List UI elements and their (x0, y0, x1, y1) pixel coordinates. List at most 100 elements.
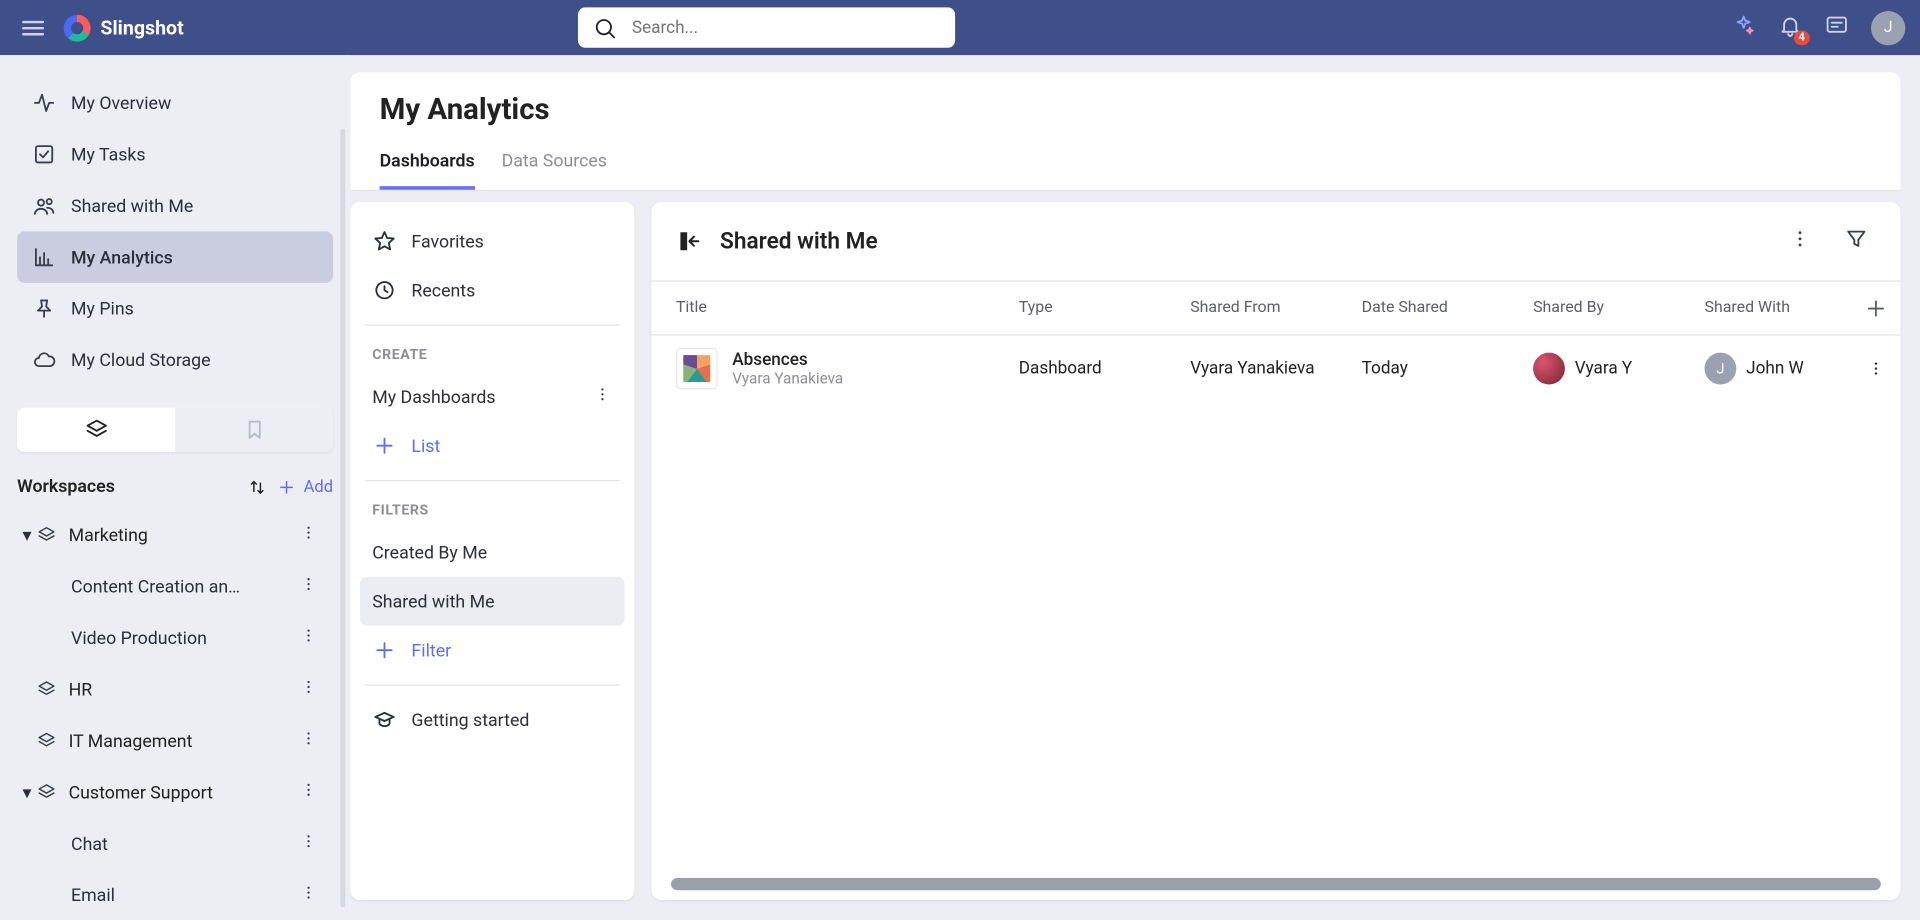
favorites-item[interactable]: Favorites (360, 217, 624, 266)
sort-icon[interactable] (247, 477, 267, 497)
caret-down-icon[interactable]: ▾ (17, 782, 37, 803)
workspace-tree: ▾ Marketing Content Creation an… Video P… (17, 509, 333, 920)
col-shared-from[interactable]: Shared From (1190, 299, 1361, 317)
add-column-button[interactable] (1851, 296, 1900, 320)
nav-label: My Pins (71, 298, 134, 319)
layers-icon (84, 418, 108, 442)
more-icon[interactable] (291, 824, 325, 863)
col-shared-with[interactable]: Shared With (1705, 299, 1852, 317)
search-input[interactable] (629, 17, 940, 39)
user-avatar[interactable]: J (1871, 10, 1905, 44)
item-label: Favorites (411, 231, 483, 252)
nav-my-overview[interactable]: My Overview (17, 77, 333, 128)
tab-dashboards[interactable]: Dashboards (380, 143, 475, 190)
my-dashboards-item[interactable]: My Dashboards (360, 372, 624, 421)
more-icon[interactable] (291, 567, 325, 606)
nav-label: My Analytics (71, 247, 173, 268)
add-filter-button[interactable]: Filter (360, 626, 624, 675)
workspace-hr[interactable]: HR (17, 664, 333, 715)
graduation-icon (372, 708, 396, 732)
app-name: Slingshot (100, 16, 183, 39)
getting-started-item[interactable]: Getting started (360, 696, 624, 745)
more-icon[interactable] (1780, 219, 1819, 263)
filter-icon[interactable] (1837, 219, 1876, 263)
col-type[interactable]: Type (1019, 299, 1190, 317)
segment-bookmarks[interactable] (175, 408, 333, 452)
search-icon (593, 15, 617, 39)
logo[interactable]: Slingshot (64, 14, 184, 41)
add-list-button[interactable]: List (360, 421, 624, 470)
bookmark-icon (242, 418, 266, 442)
avatar: J (1705, 353, 1737, 385)
layers-icon (37, 731, 57, 751)
created-by-me-item[interactable]: Created By Me (360, 528, 624, 577)
chart-icon (32, 245, 56, 269)
workspace-label: Customer Support (69, 782, 292, 803)
recents-item[interactable]: Recents (360, 266, 624, 315)
more-icon[interactable] (291, 773, 325, 812)
workspace-marketing[interactable]: ▾ Marketing (17, 509, 333, 560)
item-label: List (411, 435, 440, 456)
nav-label: My Tasks (71, 144, 146, 165)
nav-my-tasks[interactable]: My Tasks (17, 129, 333, 180)
search-box[interactable] (578, 7, 955, 47)
notifications-icon[interactable]: 4 (1778, 13, 1802, 42)
more-icon[interactable] (291, 516, 325, 555)
add-workspace-button[interactable]: Add (277, 477, 333, 497)
segment-workspaces[interactable] (17, 408, 175, 452)
workspace-email[interactable]: Email (17, 869, 333, 920)
workspace-label: Chat (71, 833, 291, 854)
nav-label: My Cloud Storage (71, 350, 211, 371)
dashboards-side-panel: Favorites Recents CREATE My Dashboards L… (350, 202, 634, 900)
row-type: Dashboard (1019, 359, 1190, 379)
col-shared-by[interactable]: Shared By (1533, 299, 1704, 317)
row-subtitle: Vyara Yanakieva (732, 369, 843, 387)
sidebar-scrollbar[interactable] (340, 129, 345, 908)
horizontal-scrollbar[interactable] (671, 878, 1881, 890)
nav-shared-with-me[interactable]: Shared with Me (17, 180, 333, 231)
col-date-shared[interactable]: Date Shared (1362, 299, 1533, 317)
more-icon[interactable] (291, 670, 325, 709)
clock-icon (372, 278, 396, 302)
workspace-customer-support[interactable]: ▾ Customer Support (17, 767, 333, 818)
workspace-chat[interactable]: Chat (17, 818, 333, 869)
more-icon[interactable] (291, 618, 325, 657)
topbar: Slingshot 4 J (0, 0, 1920, 55)
nav-my-analytics[interactable]: My Analytics (17, 231, 333, 282)
item-label: Recents (411, 280, 475, 301)
nav-my-pins[interactable]: My Pins (17, 283, 333, 334)
nav-label: Shared with Me (71, 195, 193, 216)
more-icon[interactable] (291, 876, 325, 915)
sparkle-icon[interactable] (1731, 13, 1755, 42)
more-icon[interactable] (593, 384, 613, 408)
table-row[interactable]: Absences Vyara Yanakieva Dashboard Vyara… (651, 336, 1900, 402)
menu-toggle[interactable] (15, 9, 52, 46)
workspace-video-production[interactable]: Video Production (17, 612, 333, 663)
shared-with-me-panel: Shared with Me Title Type Shared From Da… (651, 202, 1900, 900)
main-area: My Analytics Dashboards Data Sources Fav… (350, 55, 1920, 920)
page-title: My Analytics (380, 92, 1871, 126)
workspace-label: Content Creation an… (71, 576, 291, 597)
tab-data-sources[interactable]: Data Sources (502, 143, 607, 190)
row-shared-with: J John W (1705, 353, 1852, 385)
caret-down-icon[interactable]: ▾ (17, 525, 37, 546)
row-more-button[interactable] (1851, 359, 1900, 379)
workspace-it-management[interactable]: IT Management (17, 715, 333, 766)
col-title[interactable]: Title (651, 299, 1018, 317)
panel-collapse-icon[interactable] (676, 228, 703, 255)
row-date-shared: Today (1362, 359, 1533, 379)
user-name: Vyara Y (1575, 359, 1632, 379)
table-header: Title Type Shared From Date Shared Share… (651, 282, 1900, 336)
shared-with-me-item[interactable]: Shared with Me (360, 577, 624, 626)
sidebar-view-segment (17, 408, 333, 452)
chat-icon[interactable] (1824, 13, 1848, 42)
activity-icon (32, 91, 56, 115)
avatar (1533, 353, 1565, 385)
user-name: John W (1746, 359, 1804, 379)
separator (365, 324, 620, 325)
more-icon[interactable] (291, 721, 325, 760)
nav-label: My Overview (71, 92, 171, 113)
workspace-content-creation[interactable]: Content Creation an… (17, 561, 333, 612)
nav-my-cloud-storage[interactable]: My Cloud Storage (17, 334, 333, 385)
create-header: CREATE (360, 336, 624, 373)
